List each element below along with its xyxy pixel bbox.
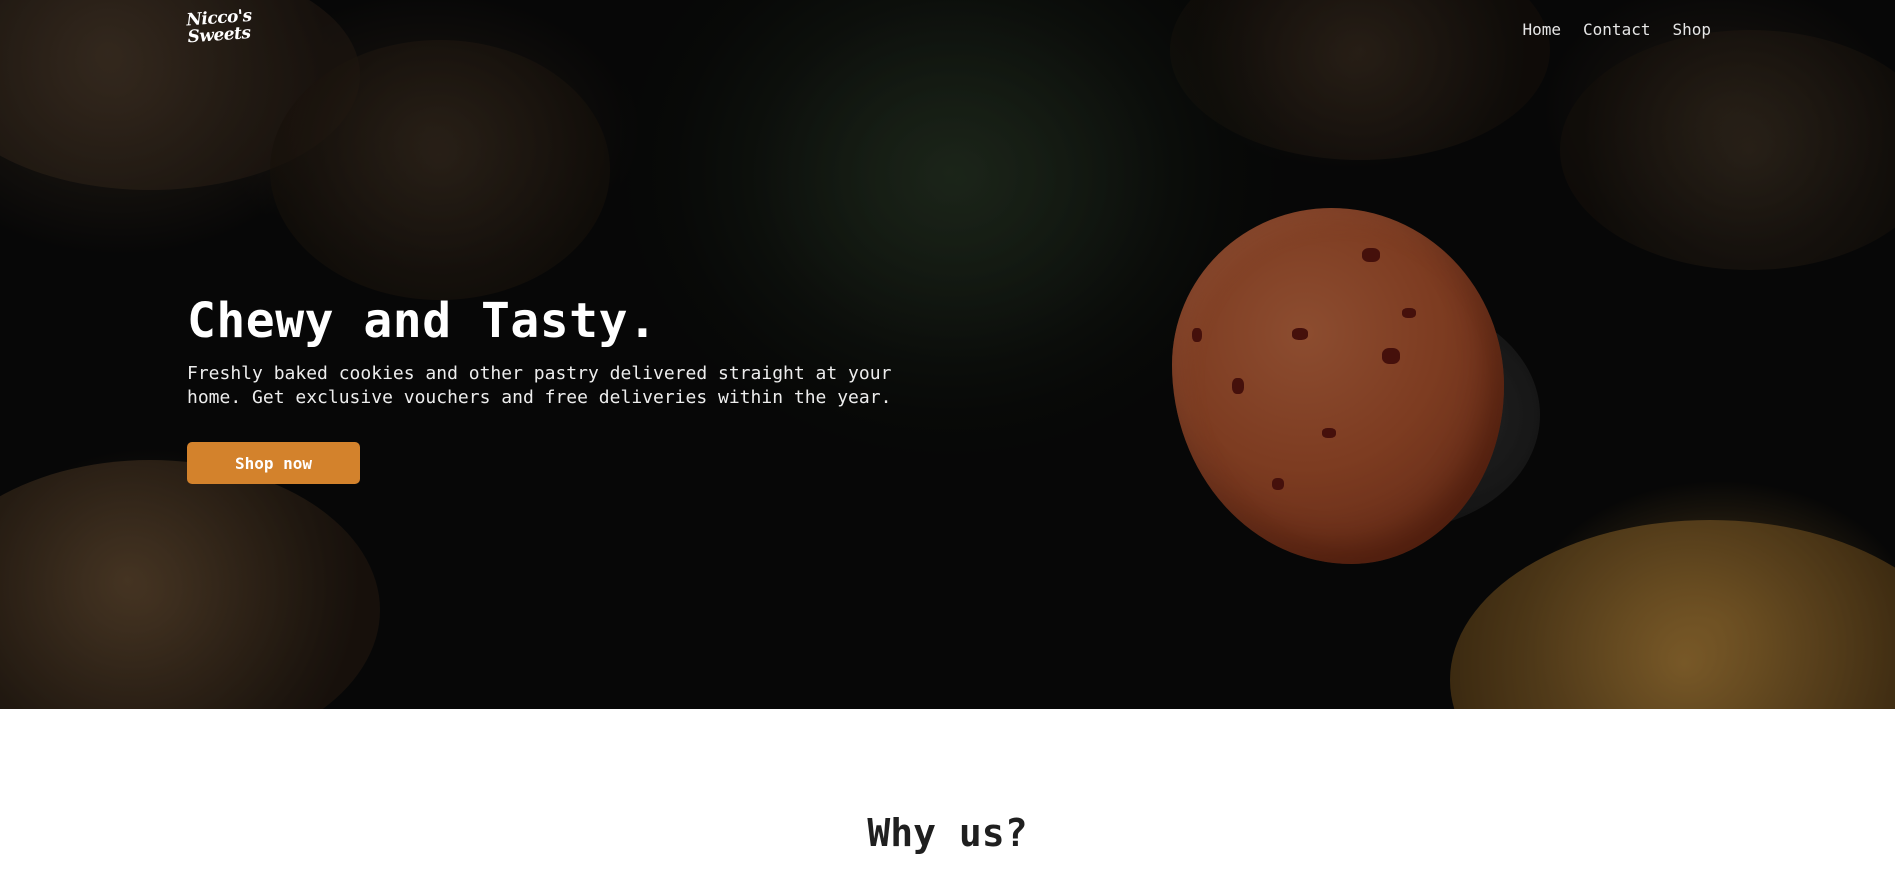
why-us-section: Why us? bbox=[0, 709, 1895, 870]
shop-now-button[interactable]: Shop now bbox=[187, 442, 360, 484]
logo[interactable]: Nicco's Sweets bbox=[186, 6, 258, 48]
logo-line-2: Sweets bbox=[186, 23, 252, 48]
hero-description: Freshly baked cookies and other pastry d… bbox=[187, 363, 892, 408]
hero-section: Nicco's Sweets Home Contact Shop Chewy a… bbox=[0, 0, 1895, 709]
why-us-title: Why us? bbox=[867, 811, 1028, 855]
site-header: Nicco's Sweets Home Contact Shop bbox=[0, 0, 1895, 62]
nav-shop-link[interactable]: Shop bbox=[1672, 20, 1711, 39]
hero-title: Chewy and Tasty. bbox=[187, 293, 658, 349]
nav-home-link[interactable]: Home bbox=[1523, 20, 1562, 39]
nav-contact-link[interactable]: Contact bbox=[1583, 20, 1650, 39]
hero-content: Chewy and Tasty. Freshly baked cookies a… bbox=[187, 290, 927, 484]
main-nav: Home Contact Shop bbox=[1523, 20, 1712, 39]
